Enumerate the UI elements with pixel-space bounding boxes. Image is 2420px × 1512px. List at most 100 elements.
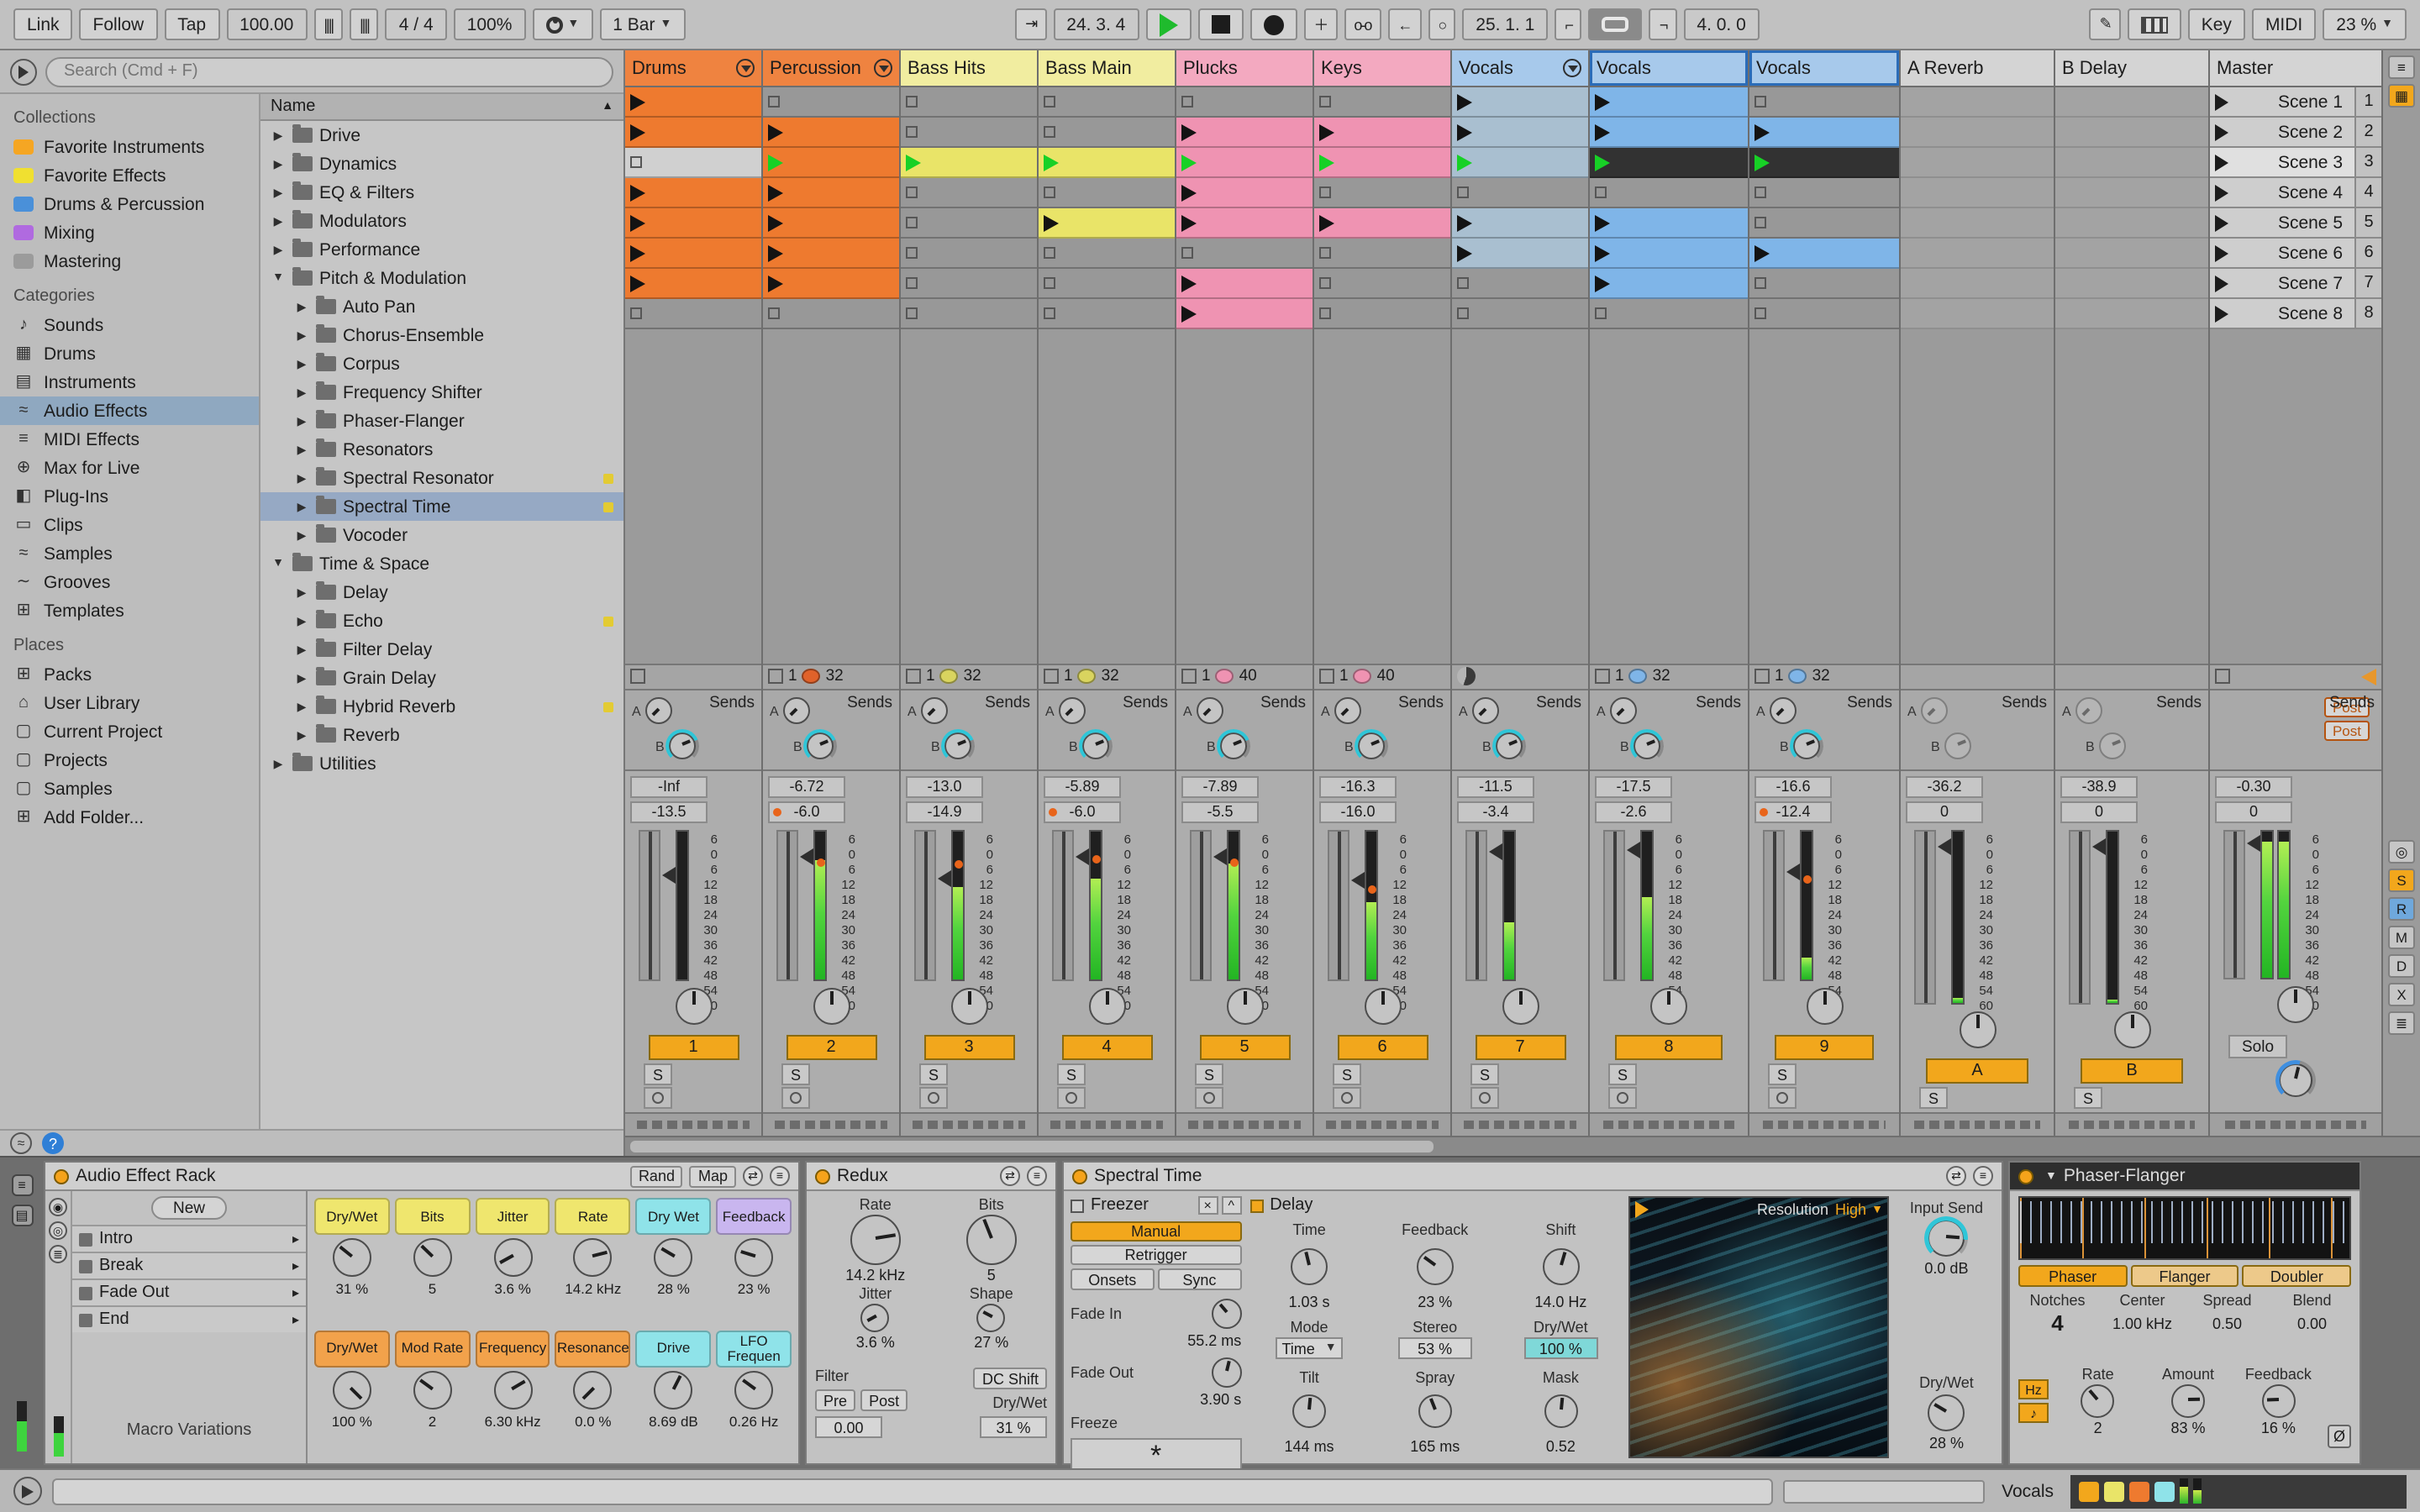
solo-button[interactable]: S	[1470, 1063, 1499, 1085]
tree-item-reverb[interactable]: ▶ Reverb	[260, 721, 623, 749]
track-fold-icon[interactable]	[1563, 59, 1581, 77]
dry-wet-value-field[interactable]: 100 %	[1523, 1337, 1598, 1360]
caret-right-icon[interactable]: ▶	[294, 414, 309, 428]
macro-value[interactable]: 0.26 Hz	[729, 1412, 779, 1429]
crossfade-assign[interactable]	[1314, 1112, 1450, 1136]
rack-chain-end[interactable]: End ▸	[72, 1305, 306, 1332]
pan-knob[interactable]	[2277, 986, 2314, 1023]
scene-7[interactable]: Scene 7 7	[2210, 269, 2381, 299]
clip-slot[interactable]	[1452, 239, 1588, 269]
sidebar-item-max-for-live[interactable]: ⊕ Max for Live	[0, 454, 259, 482]
tab-flanger[interactable]: Flanger	[2130, 1265, 2239, 1287]
macro-value[interactable]: 31 %	[335, 1280, 368, 1297]
volume-display[interactable]: -12.4	[1754, 801, 1832, 822]
io-section-toggle[interactable]: ◎	[2388, 840, 2415, 864]
sidebar-item-packs[interactable]: ⊞ Packs	[0, 660, 259, 689]
clip-slot[interactable]	[1452, 118, 1588, 148]
clip-slot[interactable]	[1452, 178, 1588, 208]
fader-handle[interactable]	[800, 848, 813, 866]
rate-knob[interactable]	[850, 1215, 901, 1265]
loop-button[interactable]	[1588, 8, 1643, 40]
macro-knob[interactable]	[493, 1370, 533, 1409]
caret-right-icon[interactable]: ▶	[271, 757, 286, 770]
crossfade-assign[interactable]	[2055, 1112, 2208, 1136]
clip-slot[interactable]	[1749, 299, 1899, 329]
arm-button[interactable]	[644, 1087, 672, 1109]
clip-play-icon[interactable]	[630, 93, 645, 110]
tab-phaser[interactable]: Phaser	[2018, 1265, 2128, 1287]
send-a-knob[interactable]	[1921, 697, 1949, 724]
clip-slot[interactable]	[1176, 87, 1313, 118]
clip-slot[interactable]	[1314, 208, 1450, 239]
arrangement-view-toggle[interactable]: ≡	[2388, 55, 2415, 79]
clip-play-icon[interactable]	[630, 244, 645, 261]
clip-slot[interactable]	[625, 239, 761, 269]
tree-item-dynamics[interactable]: ▶ Dynamics	[260, 150, 623, 178]
clip-slot[interactable]	[1314, 148, 1450, 178]
volume-fader[interactable]	[1914, 829, 1951, 1005]
pan-knob[interactable]	[1650, 988, 1687, 1025]
rack-chain-intro[interactable]: Intro ▸	[72, 1225, 306, 1252]
macro-value[interactable]: 8.69 dB	[649, 1412, 698, 1429]
info-text-field[interactable]	[52, 1478, 1774, 1504]
caret-right-icon[interactable]: ▶	[294, 728, 309, 742]
clip-slot[interactable]	[1314, 239, 1450, 269]
session-horizontal-scrollbar[interactable]	[625, 1136, 2420, 1156]
draw-mode-button[interactable]: ✎	[2089, 8, 2121, 40]
track-activator-button[interactable]: 3	[923, 1035, 1014, 1060]
clip-play-icon[interactable]	[630, 275, 645, 291]
sidebar-item-samples[interactable]: ≈ Samples	[0, 539, 259, 568]
clip-slot[interactable]	[625, 118, 761, 148]
volume-display[interactable]: -5.5	[1181, 801, 1259, 822]
tree-item-spectral-resonator[interactable]: ▶ Spectral Resonator	[260, 464, 623, 492]
track-fold-icon[interactable]	[736, 59, 755, 77]
caret-down-icon[interactable]: ▼	[271, 272, 286, 284]
clip-play-icon[interactable]	[768, 214, 783, 231]
feedback-knob[interactable]	[2261, 1384, 2296, 1418]
notches-value[interactable]: 4	[2051, 1310, 2063, 1336]
returns-section-toggle[interactable]: R	[2388, 897, 2415, 921]
track-header[interactable]: B Delay	[2055, 50, 2208, 87]
stereo-value-field[interactable]: 53 %	[1397, 1337, 1472, 1360]
caret-right-icon[interactable]: ▶	[294, 500, 309, 513]
tree-item-time-space[interactable]: ▼ Time & Space	[260, 549, 623, 578]
sidebar-item-sounds[interactable]: ♪ Sounds	[0, 311, 259, 339]
sidebar-item-samples[interactable]: ▢ Samples	[0, 774, 259, 803]
caret-right-icon[interactable]: ▶	[294, 700, 309, 713]
send-a-knob[interactable]	[1770, 697, 1797, 724]
scene-3[interactable]: Scene 3 3	[2210, 148, 2381, 178]
scrollbar-thumb[interactable]	[630, 1141, 1434, 1152]
overdub-button[interactable]: ＋	[1303, 8, 1338, 40]
volume-fader[interactable]	[2223, 829, 2260, 979]
volume-display[interactable]: -6.0	[1044, 801, 1121, 822]
tab-doubler[interactable]: Doubler	[2242, 1265, 2352, 1287]
clip-slot[interactable]	[625, 299, 761, 329]
volume-fader[interactable]	[1328, 829, 1365, 981]
send-a-knob[interactable]	[783, 697, 811, 724]
sync-mode-button[interactable]: ♪	[2018, 1403, 2049, 1423]
tap-tempo-button[interactable]: Tap	[164, 8, 220, 40]
session-view-toggle[interactable]: ▦	[2388, 84, 2415, 108]
caret-right-icon[interactable]: ▶	[294, 386, 309, 399]
macro-name[interactable]: Dry Wet	[635, 1198, 712, 1235]
clip-slot[interactable]	[1590, 118, 1748, 148]
macro-value[interactable]: 28 %	[657, 1280, 690, 1297]
phaser-spectrum-display[interactable]	[2018, 1196, 2351, 1260]
fade-out-value[interactable]: 3.90 s	[1071, 1391, 1241, 1408]
caret-right-icon[interactable]: ▶	[294, 528, 309, 542]
pan-knob[interactable]	[1364, 988, 1401, 1025]
follow-playhead-button[interactable]: ⇥	[1015, 8, 1047, 40]
preview-icon[interactable]: ≈	[10, 1132, 32, 1154]
arm-button[interactable]	[1608, 1087, 1637, 1109]
clip-slot[interactable]	[1749, 87, 1899, 118]
device-title-bar[interactable]: Audio Effect Rack Rand Map ⇄ ≡	[45, 1163, 798, 1191]
volume-display[interactable]: -14.9	[906, 801, 983, 822]
clip-play-icon[interactable]	[630, 184, 645, 201]
device-on-led[interactable]	[815, 1168, 830, 1184]
clip-slot[interactable]	[1039, 178, 1175, 208]
clip-play-icon[interactable]	[906, 154, 921, 171]
save-preset-icon[interactable]: ≡	[1027, 1166, 1047, 1186]
pan-knob[interactable]	[1088, 988, 1125, 1025]
clip-play-icon[interactable]	[1457, 123, 1472, 140]
clip-slot[interactable]	[1314, 118, 1450, 148]
